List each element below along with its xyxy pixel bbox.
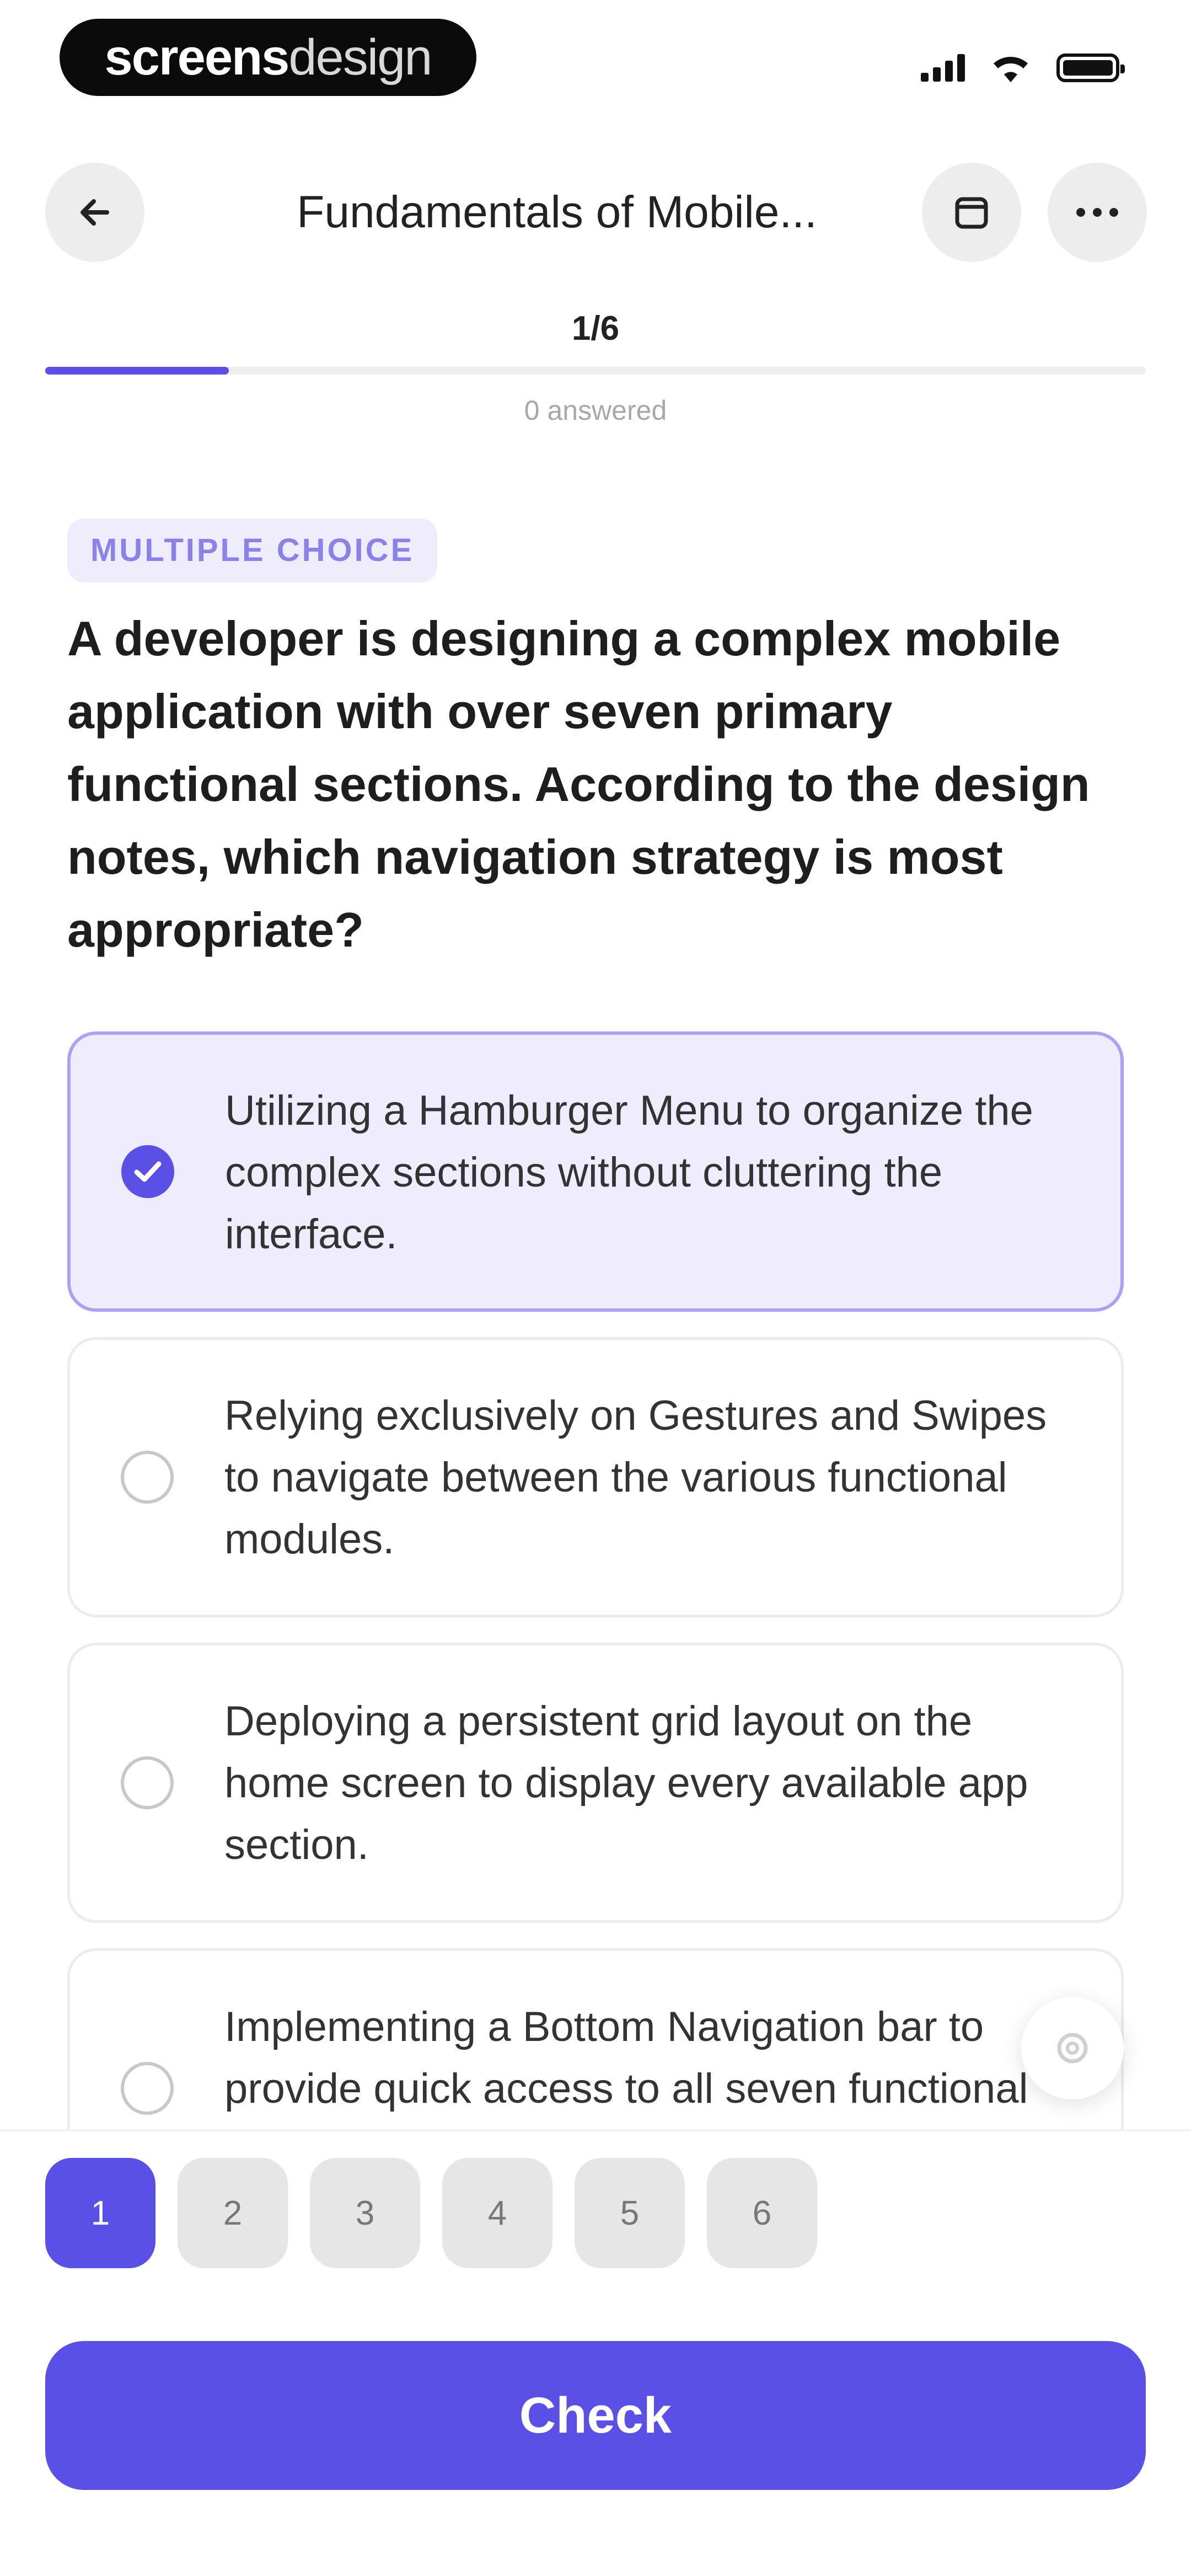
radio-button[interactable] [121,1756,174,1809]
answer-option-text: Deploying a persistent grid layout on th… [224,1698,1028,1868]
status-bar: screens design [0,0,1191,127]
status-icons [921,49,1125,87]
answer-option-text: Relying exclusively on Gestures and Swip… [224,1392,1047,1563]
more-button[interactable] [1048,163,1147,262]
bookmark-button[interactable] [922,163,1021,262]
check-icon [134,1161,162,1182]
gear-icon [1057,2033,1088,2064]
question-pager: 1 2 3 4 5 6 [45,2158,817,2268]
page-title: Fundamentals of Mobile... [297,187,817,237]
progress-bar-fill [45,367,229,375]
answer-option[interactable]: Relying exclusively on Gestures and Swip… [67,1337,1124,1617]
question-type-badge: MULTIPLE CHOICE [67,519,438,582]
brand-logo: screens design [60,19,476,96]
wifi-icon [994,56,1028,82]
arrow-left-icon [81,199,109,226]
bookmark-icon [955,197,988,229]
page-button-6[interactable]: 6 [707,2158,817,2268]
back-button[interactable] [45,163,144,262]
more-horizontal-icon [1076,208,1118,217]
progress-bar [45,367,1146,375]
radio-button[interactable] [121,1451,174,1504]
question-counter: 1/6 [571,309,620,348]
answer-option[interactable]: Implementing a Bottom Navigation bar to … [67,1948,1124,2129]
bottom-panel: 1 2 3 4 5 6 Check [0,2129,1191,2576]
radio-button[interactable] [121,1145,174,1198]
header: Fundamentals of Mobile... [0,154,1191,270]
answered-count: 0 answered [524,395,667,426]
options-list: Utilizing a Hamburger Menu to organize t… [0,1026,1191,2129]
answer-option-text: Utilizing a Hamburger Menu to organize t… [225,1087,1033,1258]
answer-option[interactable]: Deploying a persistent grid layout on th… [67,1643,1124,1923]
brand-logo-bold: screens [104,29,290,85]
answer-option-text: Implementing a Bottom Navigation bar to … [224,2003,1028,2129]
answer-option[interactable]: Utilizing a Hamburger Menu to organize t… [67,1032,1124,1312]
signal-icon [921,54,965,82]
question-text: A developer is designing a complex mobil… [67,611,1090,957]
brand-logo-light: design [288,29,432,85]
check-button[interactable]: Check [45,2341,1146,2490]
page-button-1[interactable]: 1 [45,2158,155,2268]
page-button-5[interactable]: 5 [575,2158,685,2268]
page-button-3[interactable]: 3 [310,2158,420,2268]
quiz-screen: screensdesign Fundamentals of Mobile... [0,0,1191,2576]
radio-button[interactable] [121,2062,174,2115]
page-button-2[interactable]: 2 [178,2158,288,2268]
battery-icon [1056,54,1125,82]
settings-float-button[interactable] [1021,1997,1124,2099]
page-button-4[interactable]: 4 [442,2158,552,2268]
